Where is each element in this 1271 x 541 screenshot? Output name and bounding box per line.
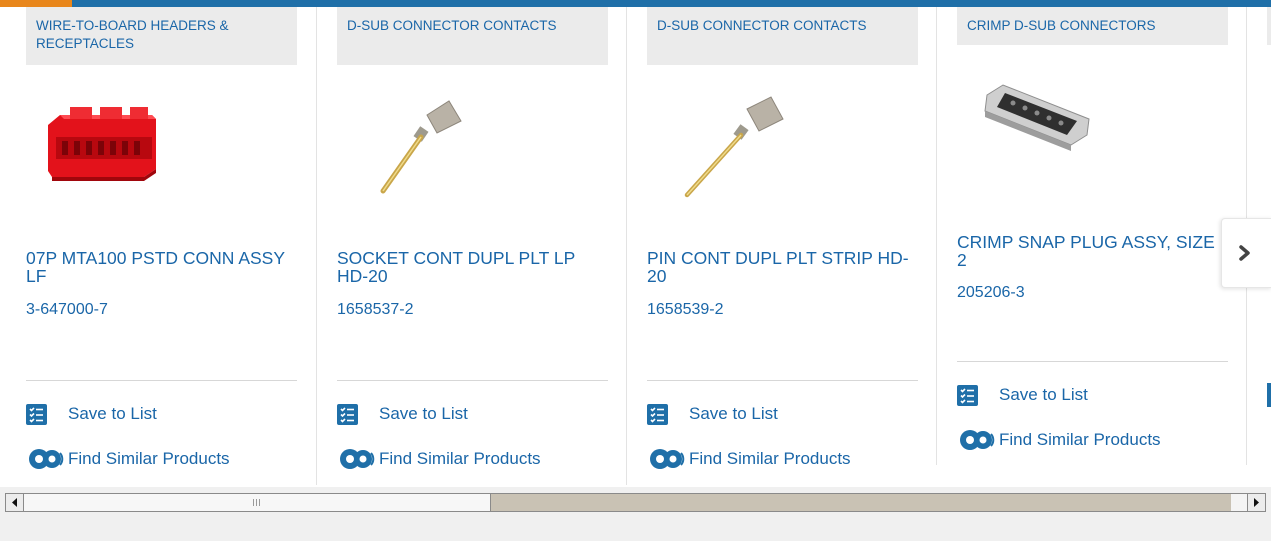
find-similar-label: Find Similar Products <box>68 449 230 468</box>
part-number[interactable]: 1658539-2 <box>647 301 724 319</box>
part-number[interactable]: 3-647000-7 <box>26 301 108 319</box>
card-divider <box>936 7 937 465</box>
product-carousel: WIRE-TO-BOARD HEADERS & RECEPTACLES 07P … <box>0 7 1271 487</box>
list-check-icon <box>337 403 358 425</box>
product-card: WIRE-TO-BOARD HEADERS & RECEPTACLES 07P … <box>26 7 298 487</box>
separator <box>647 380 918 381</box>
gears-icon <box>26 447 68 471</box>
product-title[interactable]: 07P MTA100 PSTD CONN ASSY LF <box>26 249 298 285</box>
find-similar-label: Find Similar Products <box>999 430 1161 449</box>
find-similar-label: Find Similar Products <box>379 449 541 468</box>
product-title[interactable]: CRIMP SNAP PLUG ASSY, SIZE 2 <box>957 233 1229 269</box>
product-card: D-SUB CONNECTOR CONTACTS SOCKET CONT DUP… <box>337 7 609 487</box>
product-title[interactable]: PIN CONT DUPL PLT STRIP HD-20 <box>647 249 919 285</box>
save-to-list-label: Save to List <box>379 404 468 423</box>
list-check-icon <box>647 403 668 425</box>
product-card: CRIMP D-SUB CONNECTORS CRIMP SNAP PLUG A… <box>957 7 1229 487</box>
save-to-list-label: Save to List <box>999 385 1088 404</box>
find-similar-label: Find Similar Products <box>689 449 851 468</box>
card-divider <box>626 7 627 485</box>
separator <box>337 380 608 381</box>
find-similar-button[interactable]: Find Similar Products <box>26 447 230 471</box>
gears-icon <box>337 447 379 471</box>
category-label[interactable]: D-SUB CONNECTOR CONTACTS <box>337 7 608 65</box>
find-similar-button[interactable]: Find Similar Products <box>957 428 1161 452</box>
scroll-right-button[interactable] <box>1247 494 1265 511</box>
product-card: D-SUB CONNECTOR CONTACTS PIN CONT DUPL P… <box>647 7 919 487</box>
part-number[interactable]: 205206-3 <box>957 284 1025 302</box>
save-to-list-button[interactable]: Save to List <box>647 402 778 426</box>
top-accent-highlight <box>0 0 72 7</box>
category-label[interactable]: CRIMP D-SUB CONNECTORS <box>957 7 1228 45</box>
horizontal-scrollbar[interactable] <box>5 493 1266 512</box>
separator <box>26 380 297 381</box>
card-divider <box>316 7 317 485</box>
save-to-list-label: Save to List <box>68 404 157 423</box>
find-similar-button[interactable]: Find Similar Products <box>337 447 541 471</box>
carousel-next-button[interactable] <box>1221 218 1271 288</box>
find-similar-button[interactable]: Find Similar Products <box>647 447 851 471</box>
gears-icon <box>647 447 689 471</box>
part-number[interactable]: 1658537-2 <box>337 301 414 319</box>
product-image[interactable] <box>647 85 918 215</box>
next-card-peek <box>1267 7 1271 45</box>
category-label[interactable]: D-SUB CONNECTOR CONTACTS <box>647 7 918 65</box>
chevron-right-icon <box>1239 245 1250 261</box>
save-to-list-button[interactable]: Save to List <box>337 402 468 426</box>
save-to-list-button[interactable]: Save to List <box>957 383 1088 407</box>
category-label[interactable]: WIRE-TO-BOARD HEADERS & RECEPTACLES <box>26 7 297 65</box>
arrow-left-icon <box>12 498 17 507</box>
list-check-icon <box>26 403 47 425</box>
top-accent-bar <box>0 0 1271 7</box>
scrollbar-track-remaining[interactable] <box>491 494 1231 511</box>
scroll-left-button[interactable] <box>6 494 24 511</box>
save-to-list-button[interactable]: Save to List <box>26 402 157 426</box>
arrow-right-icon <box>1254 498 1259 507</box>
product-image[interactable] <box>957 65 1228 195</box>
save-to-list-label: Save to List <box>689 404 778 423</box>
scrollbar-thumb[interactable] <box>24 494 491 511</box>
product-title[interactable]: SOCKET CONT DUPL PLT LP HD-20 <box>337 249 609 285</box>
product-image[interactable] <box>337 85 608 215</box>
separator <box>957 361 1228 362</box>
next-card-peek-icon <box>1267 383 1271 407</box>
gears-icon <box>957 428 999 452</box>
list-check-icon <box>957 384 978 406</box>
grip-icon <box>253 499 260 506</box>
horizontal-scrollbar-area <box>0 487 1271 541</box>
product-image[interactable] <box>26 85 297 215</box>
